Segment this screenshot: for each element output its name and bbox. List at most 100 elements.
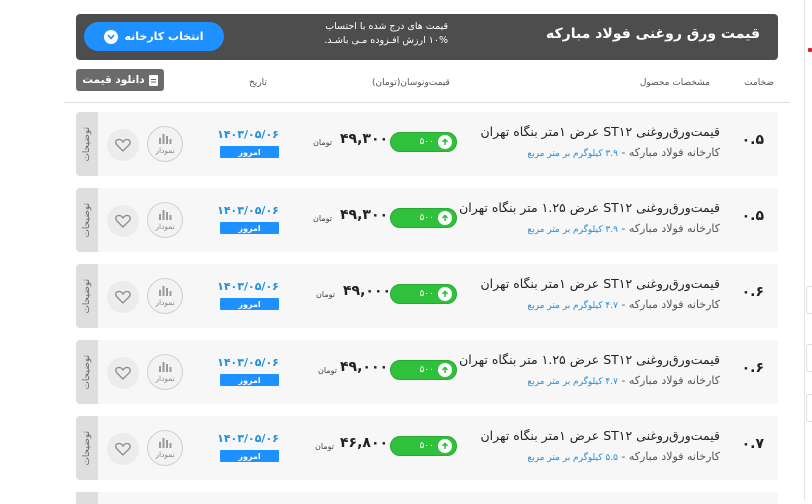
producer-name: کارخانه فولاد مبارکه -	[621, 146, 720, 159]
bar-chart-icon	[159, 210, 172, 220]
table-row: توضیحات نمودار ۱۴۰۳/۰۵/۰۶ امروز تومان ۴۶…	[76, 416, 778, 480]
column-header-specs: مشخصات محصول	[639, 78, 710, 88]
price-value: ۴۹,۰۰۰	[340, 359, 389, 375]
heart-icon	[115, 442, 131, 456]
price-change-value: ۵۰۰	[419, 213, 434, 223]
arrow-up-icon	[438, 211, 452, 225]
heart-icon	[115, 290, 131, 304]
product-weight: ۵.۵ کیلوگرم بر متر مربع	[527, 453, 618, 463]
heart-icon	[115, 214, 131, 228]
price-change-value: ۵۰۰	[419, 441, 434, 451]
document-icon	[148, 74, 158, 86]
chart-button[interactable]: نمودار	[147, 202, 183, 238]
price-change-value: ۵۰۰	[419, 137, 434, 147]
page-header: قیمت ورق روغنی فولاد مبارکه قیمت های درج…	[76, 14, 778, 60]
product-weight: ۳.۹ کیلوگرم بر متر مربع	[527, 225, 618, 235]
today-badge: امروز	[220, 374, 279, 386]
product-title[interactable]: قیمت‌ورق‌روغنی ST۱۲ عرض ۱متر بنگاه تهران	[480, 276, 720, 291]
select-factory-button[interactable]: انتخاب کارخانه	[84, 22, 224, 51]
product-thickness: ۰.۷	[741, 436, 764, 452]
arrow-up-icon	[438, 135, 452, 149]
price-unit: تومان	[318, 366, 337, 375]
price-change-value: ۵۰۰	[419, 365, 434, 375]
bar-chart-icon	[159, 362, 172, 372]
product-weight: ۴.۷ کیلوگرم بر متر مربع	[527, 301, 618, 311]
price-unit: تومان	[316, 290, 335, 299]
chart-label: نمودار	[155, 146, 175, 155]
chart-label: نمودار	[155, 374, 175, 383]
description-label: توضیحات	[82, 126, 92, 162]
arrow-up-icon	[438, 439, 452, 453]
favorite-button[interactable]	[107, 357, 139, 389]
price-change-badge: ۵۰۰	[390, 436, 457, 456]
chart-button[interactable]: نمودار	[147, 278, 183, 314]
description-tab[interactable]: توضیحات	[76, 264, 98, 328]
product-title[interactable]: قیمت‌ورق‌روغنی ST۱۲ عرض ۱متر بنگاه تهران	[480, 428, 720, 443]
chart-label: نمودار	[155, 222, 175, 231]
product-title[interactable]: قیمت‌ورق‌روغنی ST۱۲ عرض ۱.۲۵ متر بنگاه ت…	[459, 200, 720, 215]
download-price-button[interactable]: دانلود قیمت	[76, 69, 164, 91]
price-date: ۱۴۰۳/۰۵/۰۶	[217, 356, 279, 369]
heart-icon	[115, 138, 131, 152]
description-tab[interactable]: توضیحات	[76, 188, 98, 252]
description-tab[interactable]: توضیحات	[76, 416, 98, 480]
table-row	[76, 492, 778, 504]
price-value: ۴۹,۳۰۰	[340, 131, 389, 147]
side-panel-tab[interactable]	[806, 286, 812, 314]
download-price-label: دانلود قیمت	[82, 74, 145, 86]
side-panel-tab[interactable]	[806, 394, 812, 422]
producer-name: کارخانه فولاد مبارکه -	[621, 298, 720, 311]
vat-note-line-1: قیمت های درج شده با احتساب	[325, 21, 448, 32]
price-value: ۴۹,۰۰۰	[343, 283, 392, 299]
arrow-up-icon	[438, 287, 452, 301]
product-thickness: ۰.۵	[741, 132, 764, 148]
favorite-button[interactable]	[107, 205, 139, 237]
price-unit: تومان	[315, 442, 334, 451]
price-value: ۴۶,۸۰۰	[340, 435, 389, 451]
description-tab[interactable]: توضیحات	[76, 112, 98, 176]
price-value: ۴۹,۳۰۰	[340, 207, 389, 223]
header-divider	[64, 102, 790, 103]
table-row: توضیحات نمودار ۱۴۰۳/۰۵/۰۶ امروز تومان ۴۹…	[76, 264, 778, 328]
today-badge: امروز	[220, 222, 279, 234]
chevron-down-icon	[104, 29, 119, 44]
price-date: ۱۴۰۳/۰۵/۰۶	[217, 280, 279, 293]
chart-button[interactable]: نمودار	[147, 430, 183, 466]
today-badge: امروز	[220, 450, 279, 462]
description-label: توضیحات	[82, 354, 92, 390]
bar-chart-icon	[159, 134, 172, 144]
description-label: توضیحات	[82, 430, 92, 466]
product-producer: کارخانه فولاد مبارکه - ۴.۷ کیلوگرم بر مت…	[527, 298, 720, 311]
description-label: توضیحات	[82, 278, 92, 314]
favorite-button[interactable]	[107, 281, 139, 313]
price-date: ۱۴۰۳/۰۵/۰۶	[217, 204, 279, 217]
favorite-button[interactable]	[107, 129, 139, 161]
bar-chart-icon	[159, 438, 172, 448]
table-row: توضیحات نمودار ۱۴۰۳/۰۵/۰۶ امروز تومان ۴۹…	[76, 340, 778, 404]
side-panel-tab[interactable]	[806, 344, 812, 372]
table-row: توضیحات نمودار ۱۴۰۳/۰۵/۰۶ امروز تومان ۴۹…	[76, 188, 778, 252]
price-change-value: ۵۰۰	[419, 289, 434, 299]
table-row: توضیحات نمودار ۱۴۰۳/۰۵/۰۶ امروز تومان ۴۹…	[76, 112, 778, 176]
product-thickness: ۰.۶	[741, 284, 764, 300]
chart-label: نمودار	[155, 450, 175, 459]
product-producer: کارخانه فولاد مبارکه - ۵.۵ کیلوگرم بر مت…	[527, 450, 720, 463]
chart-button[interactable]: نمودار	[147, 354, 183, 390]
vat-note-line-2: ۱۰% ارزش افـزوده مـی باشـد.	[324, 35, 448, 46]
description-label: توضیحات	[82, 202, 92, 238]
price-change-badge: ۵۰۰	[390, 360, 457, 380]
today-badge: امروز	[220, 146, 279, 158]
description-tab[interactable]: توضیحات	[76, 340, 98, 404]
side-panel-marker	[808, 48, 812, 52]
price-date: ۱۴۰۳/۰۵/۰۶	[217, 432, 279, 445]
product-title[interactable]: قیمت‌ورق‌روغنی ST۱۲ عرض ۱متر بنگاه تهران	[480, 124, 720, 139]
side-panel-edge	[804, 0, 805, 501]
heart-icon	[115, 366, 131, 380]
today-badge: امروز	[220, 298, 279, 310]
product-title[interactable]: قیمت‌ورق‌روغنی ST۱۲ عرض ۱.۲۵ متر بنگاه ت…	[459, 352, 720, 367]
vat-note: قیمت های درج شده با احتساب ۱۰% ارزش افـز…	[308, 20, 448, 48]
product-thickness: ۰.۵	[741, 208, 764, 224]
product-weight: ۴.۷ کیلوگرم بر متر مربع	[527, 377, 618, 387]
favorite-button[interactable]	[107, 433, 139, 465]
chart-button[interactable]: نمودار	[147, 126, 183, 162]
